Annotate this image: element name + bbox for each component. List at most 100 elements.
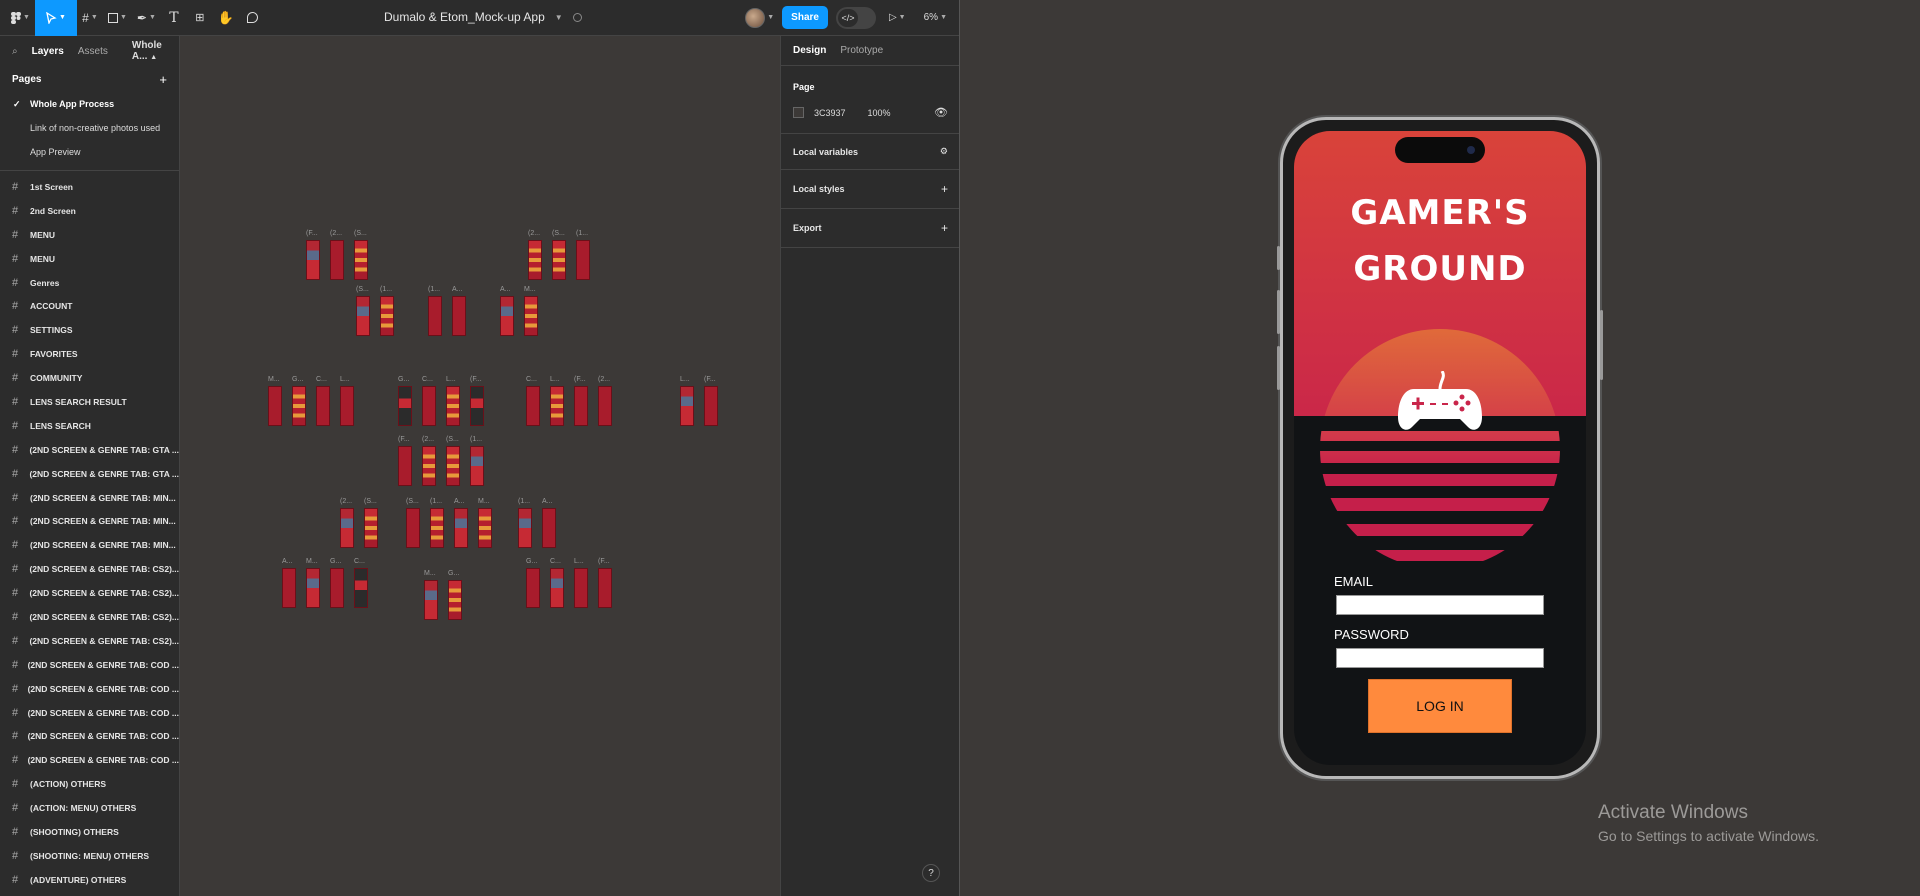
canvas-frame-thumbnail[interactable] <box>330 240 344 280</box>
add-style-icon[interactable]: + <box>941 182 948 196</box>
canvas-frame-thumbnail[interactable] <box>454 508 468 548</box>
background-opacity[interactable]: 100% <box>868 108 891 118</box>
canvas-frame-thumbnail[interactable] <box>552 240 566 280</box>
canvas[interactable]: (F... (2... (S... (2... (S... (1... (S... (1...… <box>180 36 780 896</box>
zoom-menu[interactable]: 6% ▼ <box>919 8 952 28</box>
help-button[interactable]: ? <box>922 864 940 882</box>
tab-design[interactable]: Design <box>793 45 826 56</box>
eye-icon[interactable]: 👁 <box>934 106 948 119</box>
canvas-frame-thumbnail[interactable] <box>470 446 484 486</box>
canvas-frame-thumbnail[interactable] <box>704 386 718 426</box>
email-field[interactable] <box>1336 595 1544 615</box>
canvas-frame-thumbnail[interactable] <box>398 446 412 486</box>
tab-layers[interactable]: Layers <box>32 46 64 57</box>
canvas-frame-thumbnail[interactable] <box>478 508 492 548</box>
layer-item[interactable]: # (2ND SCREEN & GENRE TAB: MIN... <box>0 533 179 557</box>
main-menu-button[interactable]: ▼ <box>6 0 35 36</box>
shape-tool-button[interactable]: ▼ <box>103 0 132 36</box>
background-hex[interactable]: 3C3937 <box>814 108 846 118</box>
canvas-frame-thumbnail[interactable] <box>524 296 538 336</box>
tab-prototype[interactable]: Prototype <box>840 45 883 56</box>
canvas-frame-thumbnail[interactable] <box>354 568 368 608</box>
frame-tool-button[interactable]: # ▼ <box>77 0 103 36</box>
share-button[interactable]: Share <box>782 6 828 29</box>
canvas-frame-thumbnail[interactable] <box>446 386 460 426</box>
resources-button[interactable]: ⊞ <box>187 0 213 36</box>
layer-item[interactable]: # LENS SEARCH RESULT <box>0 390 179 414</box>
layer-item[interactable]: #1st Screen <box>0 175 179 199</box>
canvas-frame-thumbnail[interactable] <box>574 568 588 608</box>
canvas-frame-thumbnail[interactable] <box>422 386 436 426</box>
canvas-frame-thumbnail[interactable] <box>526 386 540 426</box>
layer-item[interactable]: # (2ND SCREEN & GENRE TAB: COD ... <box>0 748 179 772</box>
add-export-icon[interactable]: + <box>941 221 948 235</box>
canvas-frame-thumbnail[interactable] <box>598 568 612 608</box>
layer-item[interactable]: # COMMUNITY <box>0 366 179 390</box>
layer-item[interactable]: # MENU <box>0 247 179 271</box>
file-title[interactable]: Dumalo & Etom_Mock-up App ▼ <box>384 10 582 24</box>
layer-item[interactable]: #2nd Screen <box>0 199 179 223</box>
canvas-frame-thumbnail[interactable] <box>292 386 306 426</box>
canvas-frame-thumbnail[interactable] <box>356 296 370 336</box>
canvas-frame-thumbnail[interactable] <box>380 296 394 336</box>
add-page-icon[interactable]: + <box>159 72 167 87</box>
layer-item[interactable]: # (2ND SCREEN & GENRE TAB: GTA ... <box>0 462 179 486</box>
layer-item[interactable]: # (ACTION: MENU) OTHERS <box>0 796 179 820</box>
layer-item[interactable]: # (2ND SCREEN & GENRE TAB: GTA ... <box>0 438 179 462</box>
canvas-frame-thumbnail[interactable] <box>424 580 438 620</box>
present-button[interactable]: ▷ ▼ <box>884 8 911 28</box>
layer-item[interactable]: # MENU <box>0 223 179 247</box>
canvas-frame-thumbnail[interactable] <box>448 580 462 620</box>
canvas-frame-thumbnail[interactable] <box>306 568 320 608</box>
layer-item[interactable]: # (2ND SCREEN & GENRE TAB: CS2)... <box>0 581 179 605</box>
layer-item[interactable]: # (2ND SCREEN & GENRE TAB: MIN... <box>0 486 179 510</box>
canvas-frame-thumbnail[interactable] <box>680 386 694 426</box>
canvas-frame-thumbnail[interactable] <box>430 508 444 548</box>
layer-item[interactable]: # (2ND SCREEN & GENRE TAB: CS2)... <box>0 557 179 581</box>
canvas-frame-thumbnail[interactable] <box>364 508 378 548</box>
canvas-frame-thumbnail[interactable] <box>500 296 514 336</box>
canvas-frame-thumbnail[interactable] <box>340 386 354 426</box>
move-tool-button[interactable]: ▼ <box>34 0 77 36</box>
canvas-frame-thumbnail[interactable] <box>354 240 368 280</box>
layer-item[interactable]: # (2ND SCREEN & GENRE TAB: CS2)... <box>0 605 179 629</box>
hand-tool-button[interactable]: ✋ <box>213 0 239 36</box>
search-icon[interactable]: ⌕ <box>12 46 18 57</box>
canvas-frame-thumbnail[interactable] <box>406 508 420 548</box>
canvas-frame-thumbnail[interactable] <box>550 386 564 426</box>
login-button[interactable]: LOG IN <box>1368 679 1512 733</box>
comment-tool-button[interactable] <box>239 0 265 36</box>
export-section[interactable]: Export + <box>781 209 959 248</box>
layer-item[interactable]: # FAVORITES <box>0 342 179 366</box>
canvas-frame-thumbnail[interactable] <box>340 508 354 548</box>
local-styles-section[interactable]: Local styles + <box>781 170 959 209</box>
layer-item[interactable]: # (2ND SCREEN & GENRE TAB: COD ... <box>0 701 179 725</box>
canvas-frame-thumbnail[interactable] <box>398 386 412 426</box>
canvas-frame-thumbnail[interactable] <box>446 446 460 486</box>
page-item-app-preview[interactable]: App Preview <box>0 140 179 164</box>
canvas-frame-thumbnail[interactable] <box>576 240 590 280</box>
canvas-frame-thumbnail[interactable] <box>316 386 330 426</box>
layer-item[interactable]: # (2ND SCREEN & GENRE TAB: CS2)... <box>0 629 179 653</box>
canvas-frame-thumbnail[interactable] <box>542 508 556 548</box>
page-selector[interactable]: Whole A... ▲ <box>132 40 179 62</box>
canvas-frame-thumbnail[interactable] <box>550 568 564 608</box>
layer-item[interactable]: # (SHOOTING) OTHERS <box>0 820 179 844</box>
layer-item[interactable]: # (2ND SCREEN & GENRE TAB: COD ... <box>0 653 179 677</box>
canvas-frame-thumbnail[interactable] <box>470 386 484 426</box>
canvas-frame-thumbnail[interactable] <box>452 296 466 336</box>
page-background-row[interactable]: 3C3937 100% 👁 <box>793 106 948 119</box>
canvas-frame-thumbnail[interactable] <box>574 386 588 426</box>
variables-settings-icon[interactable]: ⚙ <box>940 146 948 157</box>
canvas-frame-thumbnail[interactable] <box>518 508 532 548</box>
layer-item[interactable]: # (2ND SCREEN & GENRE TAB: COD ... <box>0 677 179 701</box>
avatar[interactable] <box>745 7 766 28</box>
page-item-photo-links[interactable]: Link of non-creative photos used <box>0 116 179 140</box>
canvas-frame-thumbnail[interactable] <box>306 240 320 280</box>
tab-assets[interactable]: Assets <box>78 46 108 57</box>
color-swatch[interactable] <box>793 107 804 118</box>
text-tool-button[interactable]: T <box>161 0 187 36</box>
layer-item[interactable]: # ACCOUNT <box>0 294 179 318</box>
canvas-frame-thumbnail[interactable] <box>526 568 540 608</box>
layer-item[interactable]: # (ADVENTURE) OTHERS <box>0 868 179 892</box>
